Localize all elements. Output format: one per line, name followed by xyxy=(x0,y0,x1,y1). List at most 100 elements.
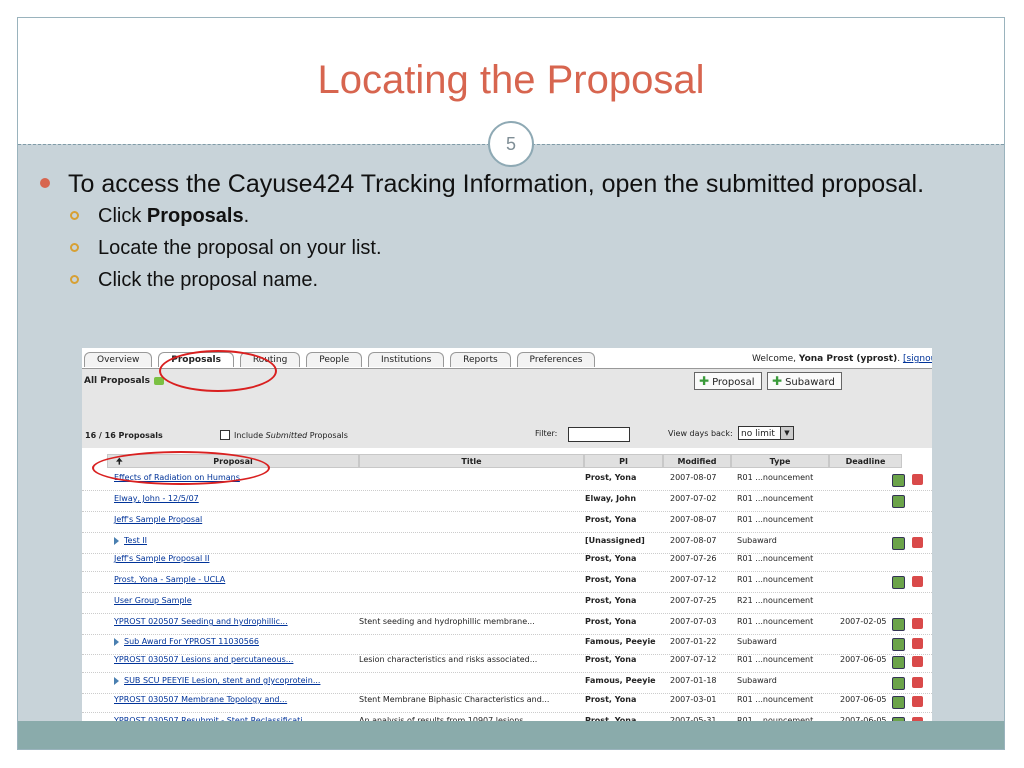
proposal-name-link[interactable]: User Group Sample xyxy=(114,596,192,605)
proposal-name-link[interactable]: Test II xyxy=(114,536,147,545)
proposal-name-link[interactable]: Elway, John - 12/5/07 xyxy=(114,494,199,503)
proposal-pi: Prost, Yona xyxy=(585,554,637,563)
proposal-modified: 2007-07-25 xyxy=(670,596,717,605)
proposal-name-link[interactable]: YPROST 020507 Seeding and hydrophillic..… xyxy=(114,617,288,626)
filter-input[interactable] xyxy=(568,427,630,442)
proposal-pi: Elway, John xyxy=(585,494,637,503)
delete-icon[interactable] xyxy=(912,677,923,688)
proposal-type: R01 ...nouncement xyxy=(737,473,814,482)
new-subaward-button[interactable]: ✚ Subaward xyxy=(767,372,842,390)
table-row: Elway, John - 12/5/07 Elway, John 2007-07-… xyxy=(82,491,932,512)
plus-icon: ✚ xyxy=(772,374,783,388)
signout-link[interactable]: [signout xyxy=(903,354,932,364)
proposal-type: R01 ...nouncement xyxy=(737,695,814,704)
proposal-pi: Prost, Yona xyxy=(585,695,637,704)
copy-icon[interactable] xyxy=(892,618,905,631)
column-header-type[interactable]: Type xyxy=(731,454,829,468)
copy-icon[interactable] xyxy=(892,677,905,690)
column-header-deadline[interactable]: Deadline xyxy=(829,454,902,468)
proposal-modified: 2007-07-02 xyxy=(670,494,717,503)
view-days-select[interactable]: no limit ▼ xyxy=(738,426,794,440)
proposal-modified: 2007-08-07 xyxy=(670,536,717,545)
slide-frame: Locating the Proposal 5 To access the Ca… xyxy=(17,17,1005,750)
highlight-circle-proposal-name xyxy=(92,451,270,485)
column-header-title[interactable]: Title xyxy=(359,454,584,468)
proposal-name-link[interactable]: YPROST 030507 Membrane Topology and... xyxy=(114,695,287,704)
welcome-pre: Welcome, xyxy=(752,354,799,364)
proposal-name-link[interactable]: YPROST 030507 Lesions and percutaneous..… xyxy=(114,655,293,664)
copy-icon[interactable] xyxy=(892,474,905,487)
proposal-type: Subaward xyxy=(737,676,777,685)
expand-triangle-icon[interactable] xyxy=(114,637,119,646)
app-screenshot: Overview Proposals Routing People Instit… xyxy=(82,348,932,733)
expand-triangle-icon[interactable] xyxy=(114,536,119,545)
table-row: YPROST 020507 Seeding and hydrophillic..… xyxy=(82,614,932,635)
proposal-name-text: Test II xyxy=(124,536,148,545)
tab-preferences[interactable]: Preferences xyxy=(516,352,596,367)
proposal-deadline: 2007-06-05 xyxy=(840,655,887,664)
proposal-name-link[interactable]: SUB SCU PEEYIE Lesion, stent and glycopr… xyxy=(114,676,320,685)
delete-icon[interactable] xyxy=(912,618,923,629)
proposal-name-text: SUB SCU PEEYIE Lesion, stent and glycopr… xyxy=(124,676,321,685)
proposal-name-link[interactable]: Jeff's Sample Proposal xyxy=(114,515,202,524)
proposal-modified: 2007-01-18 xyxy=(670,676,717,685)
bottom-band xyxy=(18,721,1004,749)
delete-icon[interactable] xyxy=(912,656,923,667)
proposal-modified: 2007-08-07 xyxy=(670,515,717,524)
proposal-pi: Prost, Yona xyxy=(585,473,637,482)
table-row: User Group Sample Prost, Yona 2007-07-25 R2… xyxy=(82,593,932,614)
proposal-name-link[interactable]: Jeff's Sample Proposal II xyxy=(114,554,209,563)
proposal-pi: Famous, Peeyie xyxy=(585,676,656,685)
include-post: Proposals xyxy=(307,431,348,440)
bullet-list: To access the Cayuse424 Tracking Informa… xyxy=(36,168,996,296)
sub-bullet-circle-icon xyxy=(70,275,79,284)
include-submitted-label: Include Submitted Proposals xyxy=(234,431,348,440)
sub-bullet-2: Locate the proposal on your list. xyxy=(36,232,996,264)
proposal-pi: Famous, Peeyie xyxy=(585,637,656,646)
copy-icon[interactable] xyxy=(892,537,905,550)
delete-icon[interactable] xyxy=(912,474,923,485)
proposal-name-link[interactable]: Sub Award For YPROST 11030566 xyxy=(114,637,259,646)
highlight-circle-proposals-tab xyxy=(159,350,277,392)
column-header-pi[interactable]: PI xyxy=(584,454,663,468)
delete-icon[interactable] xyxy=(912,696,923,707)
tab-institutions[interactable]: Institutions xyxy=(368,352,445,367)
copy-icon[interactable] xyxy=(892,656,905,669)
sub-bullet-1-post: . xyxy=(243,205,250,227)
proposal-title: Lesion characteristics and risks associa… xyxy=(359,655,538,664)
delete-icon[interactable] xyxy=(912,537,923,548)
proposal-modified: 2007-07-03 xyxy=(670,617,717,626)
copy-icon[interactable] xyxy=(892,696,905,709)
sub-bullet-circle-icon xyxy=(70,211,79,220)
filter-label: Filter: xyxy=(535,429,558,438)
proposal-pi: Prost, Yona xyxy=(585,655,637,664)
delete-icon[interactable] xyxy=(912,638,923,649)
include-submitted-checkbox[interactable] xyxy=(220,430,230,440)
copy-icon[interactable] xyxy=(892,495,905,508)
welcome-text: Welcome, Yona Prost (yprost). [signout xyxy=(752,354,932,364)
proposal-name-link[interactable]: Prost, Yona - Sample - UCLA xyxy=(114,575,225,584)
table-row: YPROST 030507 Lesions and percutaneous..… xyxy=(82,652,932,673)
sub-bullet-2-text: Locate the proposal on your list. xyxy=(98,237,382,259)
copy-icon[interactable] xyxy=(892,576,905,589)
tab-overview[interactable]: Overview xyxy=(84,352,153,367)
table-row: Jeff's Sample Proposal Prost, Yona 2007-08… xyxy=(82,512,932,533)
filter-bar: 16 / 16 Proposals Include Submitted Prop… xyxy=(82,413,932,448)
delete-icon[interactable] xyxy=(912,576,923,587)
proposal-type: Subaward xyxy=(737,536,777,545)
proposal-modified: 2007-07-12 xyxy=(670,575,717,584)
expand-triangle-icon[interactable] xyxy=(114,676,119,685)
proposal-name-text: Prost, Yona - Sample - UCLA xyxy=(114,575,226,584)
tab-reports[interactable]: Reports xyxy=(450,352,511,367)
proposal-title: Stent Membrane Biphasic Characteristics … xyxy=(359,695,550,704)
column-header-modified[interactable]: Modified xyxy=(663,454,731,468)
table-row: YPROST 030507 Membrane Topology and... St… xyxy=(82,692,932,713)
copy-icon[interactable] xyxy=(892,638,905,651)
proposal-name-text: Elway, John - 12/5/07 xyxy=(114,494,199,503)
bullet-dot-icon xyxy=(40,178,50,188)
new-proposal-button[interactable]: ✚ Proposal xyxy=(694,372,762,390)
sub-bullet-circle-icon xyxy=(70,243,79,252)
slide-number: 5 xyxy=(488,121,534,167)
proposal-type: R01 ...nouncement xyxy=(737,575,814,584)
tab-people[interactable]: People xyxy=(306,352,363,367)
